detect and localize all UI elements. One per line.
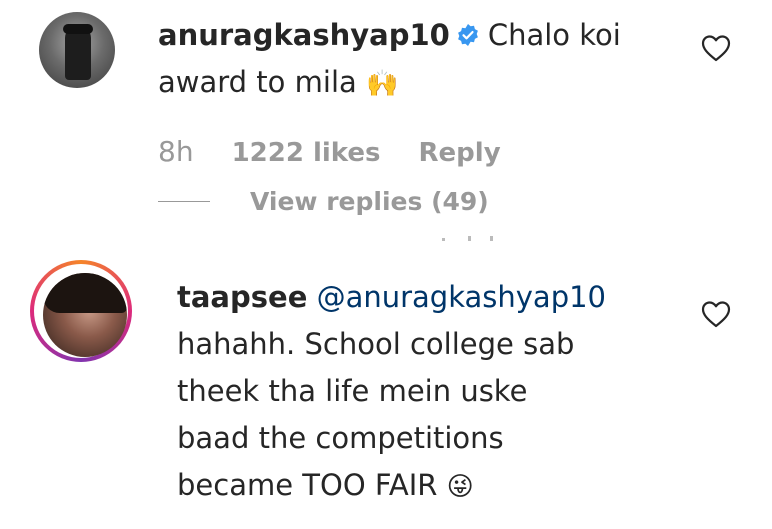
avatar-figure — [65, 26, 91, 80]
heart-outline-icon[interactable] — [701, 300, 731, 328]
comment-taapsee: taapsee @anuragkashyap10 hahahh. School … — [0, 240, 772, 529]
story-ring[interactable] — [30, 260, 132, 362]
mention-link[interactable]: @anuragkashyap10 — [317, 280, 606, 314]
avatar-hair — [43, 273, 127, 313]
raised-hands-emoji: 🙌 — [366, 69, 399, 99]
avatar[interactable] — [39, 12, 115, 88]
story-ring-inner — [34, 264, 128, 358]
comment-text: anuragkashyap10 Chalo koi award to mila … — [158, 12, 678, 108]
view-replies-button[interactable]: View replies (49) — [158, 187, 489, 216]
view-replies-divider — [158, 201, 210, 202]
heart-outline-icon[interactable] — [701, 34, 731, 62]
winking-tongue-emoji: 😜 — [446, 472, 474, 502]
comment-line-3: baad the competitions — [177, 421, 504, 455]
avatar — [43, 273, 127, 357]
comment-username[interactable]: taapsee — [177, 280, 307, 314]
comment-line-4: became TOO FAIR — [177, 468, 438, 502]
comment-time[interactable]: 8h — [158, 135, 194, 168]
comment-line-2: theek tha life mein uske — [177, 374, 528, 408]
verified-badge-icon — [457, 24, 478, 46]
comment-anuragkashyap10: anuragkashyap10 Chalo koi award to mila … — [0, 0, 772, 240]
comment-text: taapsee @anuragkashyap10 hahahh. School … — [177, 274, 677, 511]
comment-meta: 8h 1222 likes Reply — [158, 135, 501, 168]
comment-likes[interactable]: 1222 likes — [232, 138, 381, 168]
view-replies-label[interactable]: View replies (49) — [250, 187, 489, 216]
avatar-hat — [63, 24, 93, 34]
reply-button[interactable]: Reply — [419, 138, 501, 168]
comment-username[interactable]: anuragkashyap10 — [158, 18, 450, 52]
comment-line-1: hahahh. School college sab — [177, 327, 575, 361]
